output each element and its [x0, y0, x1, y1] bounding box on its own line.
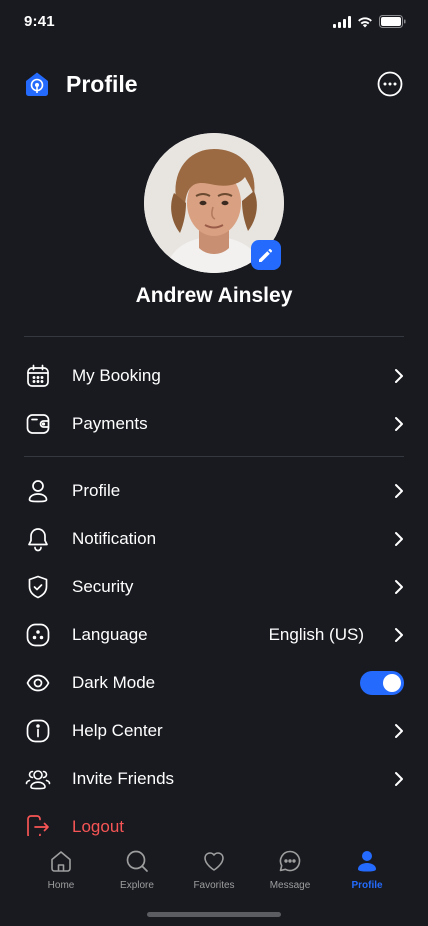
edit-icon [259, 248, 273, 262]
menu-label: Payments [72, 414, 148, 433]
avatar-container [144, 133, 284, 273]
user-icon [24, 477, 52, 505]
nav-label: Home [47, 880, 75, 891]
menu-item-payments[interactable]: Payments [24, 400, 404, 448]
nav-label: Profile [351, 880, 383, 891]
menu-label: Help Center [72, 721, 163, 740]
menu-item-dark-mode: Dark Mode [24, 659, 404, 707]
user-name: Andrew Ainsley [135, 284, 293, 307]
divider [24, 336, 404, 337]
menu-label: My Booking [72, 366, 161, 385]
menu-label: Invite Friends [72, 769, 175, 788]
calendar-icon [24, 362, 52, 390]
wallet-icon [24, 410, 52, 438]
chevron-right-icon [384, 481, 404, 501]
home-indicator [147, 912, 281, 917]
home-icon [48, 848, 74, 874]
menu-label: Security [72, 577, 134, 596]
chevron-right-icon [384, 625, 404, 645]
menu-item-help-center[interactable]: Help Center [24, 707, 404, 755]
info-icon [24, 717, 52, 745]
users-icon [24, 765, 52, 793]
nav-label: Explore [120, 880, 154, 891]
nav-item-explore[interactable]: Explore [97, 848, 177, 891]
menu-item-language[interactable]: Language English (US) [24, 611, 404, 659]
chevron-right-icon [384, 721, 404, 741]
menu-label: Logout [72, 817, 124, 836]
chat-icon [277, 848, 303, 874]
edit-avatar-button[interactable] [251, 240, 281, 270]
menu-label: Notification [72, 529, 157, 548]
toggle-knob [383, 674, 401, 692]
page-title: Profile [66, 70, 138, 97]
language-icon [24, 621, 52, 649]
bell-icon [24, 525, 52, 553]
chevron-right-icon [384, 577, 404, 597]
chevron-right-icon [384, 529, 404, 549]
status-bar: 9:41 [0, 0, 428, 44]
nav-item-home[interactable]: Home [21, 848, 101, 891]
signal-icon [333, 15, 351, 28]
nav-label: Message [269, 880, 311, 891]
menu-item-my-booking[interactable]: My Booking [24, 352, 404, 400]
chevron-right-icon [384, 366, 404, 386]
heart-icon [201, 848, 227, 874]
chevron-right-icon [384, 414, 404, 434]
profile-icon [354, 848, 380, 874]
shield-icon [24, 573, 52, 601]
search-icon [124, 848, 150, 874]
wifi-icon [358, 16, 372, 27]
chevron-right-icon [384, 769, 404, 789]
more-icon[interactable] [376, 70, 404, 98]
nav-item-favorites[interactable]: Favorites [174, 848, 254, 891]
menu-item-security[interactable]: Security [24, 563, 404, 611]
nav-label: Favorites [193, 880, 235, 891]
status-icons [333, 15, 406, 28]
menu-item-notification[interactable]: Notification [24, 515, 404, 563]
eye-icon [24, 669, 52, 697]
nav-item-profile[interactable]: Profile [327, 848, 407, 891]
menu-label: Language [72, 625, 148, 644]
battery-icon [379, 15, 406, 28]
status-time: 9:41 [24, 13, 55, 30]
menu-item-invite-friends[interactable]: Invite Friends [24, 755, 404, 803]
language-value: English (US) [268, 625, 364, 644]
dark-mode-toggle[interactable] [360, 671, 404, 695]
header: Profile [24, 66, 404, 102]
nav-item-message[interactable]: Message [250, 848, 330, 891]
divider [24, 456, 404, 457]
home-logo-icon [26, 72, 48, 96]
menu-item-profile[interactable]: Profile [24, 467, 404, 515]
menu-label: Dark Mode [72, 673, 156, 692]
menu-label: Profile [72, 481, 121, 500]
